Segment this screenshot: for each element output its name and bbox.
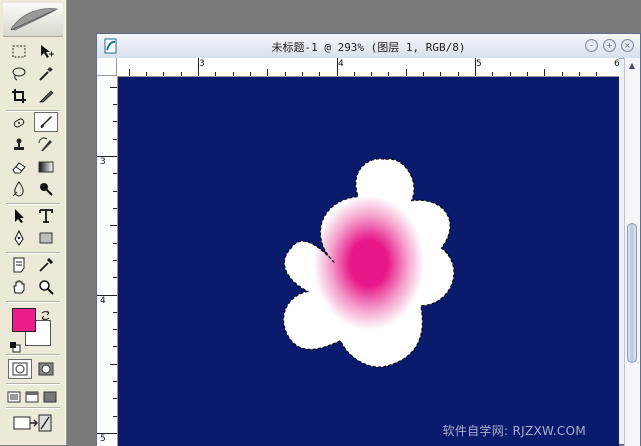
ruler-origin[interactable] [97, 58, 117, 76]
eyedropper-tool[interactable] [34, 255, 58, 275]
slice-icon [39, 90, 54, 103]
shape-tool[interactable] [34, 228, 58, 248]
path-select-tool[interactable] [7, 206, 31, 226]
ruler-v-label: 3 [100, 157, 106, 167]
pen-tool[interactable] [7, 228, 31, 248]
jump-to-imageready-button[interactable] [9, 411, 57, 435]
scroll-thumb[interactable] [627, 223, 637, 363]
ruler-v-label: 4 [100, 296, 106, 306]
document-window: 未标题-1 @ 293% (图层 1, RGB/8) – + × 3 4 5 6… [96, 33, 641, 446]
healing-brush-icon [13, 118, 25, 128]
image-canvas[interactable]: 软件自学网: RJZXW.COM [118, 77, 619, 446]
crop-icon [12, 89, 26, 103]
zoom-tool[interactable] [34, 277, 58, 297]
watermark: 软件自学网: RJZXW.COM [442, 424, 586, 438]
ruler-h-label: 5 [476, 59, 482, 69]
notes-tool[interactable] [7, 255, 31, 275]
toolbox-panel [0, 0, 67, 445]
feather-icon [10, 8, 59, 31]
type-tool[interactable] [34, 206, 58, 226]
lasso-tool[interactable] [7, 64, 31, 84]
dodge-icon [40, 183, 53, 196]
close-icon: × [624, 41, 631, 50]
horizontal-ruler-ticks [129, 58, 597, 76]
screen-mode-standard-button[interactable] [5, 387, 23, 407]
standard-mode-icon [12, 362, 28, 376]
brush-icon [40, 116, 52, 128]
move-tool[interactable] [34, 42, 58, 62]
quick-mask-button[interactable] [34, 359, 58, 379]
vertical-ruler-ticks [97, 87, 117, 434]
marquee-tool[interactable] [7, 42, 31, 62]
brush-tool[interactable] [34, 112, 58, 132]
screen-mode-full-icon [43, 391, 57, 403]
feather-logo[interactable] [3, 3, 63, 37]
scroll-up-icon[interactable]: ▲ [627, 61, 637, 71]
eraser-tool[interactable] [7, 157, 31, 177]
quick-mask-icon [38, 362, 54, 376]
horizontal-ruler[interactable]: 3 4 5 6 [117, 58, 619, 77]
dodge-tool[interactable] [34, 179, 58, 199]
ruler-v-label: 5 [100, 434, 106, 444]
slice-tool[interactable] [34, 86, 58, 106]
crop-tool[interactable] [7, 86, 31, 106]
screen-mode-full-button[interactable] [41, 387, 59, 407]
document-title: 未标题-1 @ 293% (图层 1, RGB/8) [271, 41, 466, 54]
history-brush-tool[interactable] [34, 135, 58, 155]
flower-selection [282, 158, 455, 368]
screen-mode-menu-icon [25, 391, 39, 403]
move-icon [41, 45, 54, 58]
clone-stamp-tool[interactable] [7, 135, 31, 155]
shape-icon [39, 232, 53, 244]
blur-tool[interactable] [7, 179, 31, 199]
screen-mode-menu-button[interactable] [23, 387, 41, 407]
eraser-icon [12, 162, 26, 174]
zoom-icon [39, 280, 54, 295]
magic-wand-tool[interactable] [34, 64, 58, 84]
toolbox-divider [6, 383, 60, 385]
blur-icon [12, 181, 24, 197]
screen-mode-standard-icon [7, 391, 21, 403]
close-button[interactable]: × [621, 39, 634, 52]
history-brush-icon [38, 137, 52, 151]
jump-to-imageready-icon [13, 414, 52, 432]
marquee-icon [12, 45, 26, 58]
toolbox-divider [6, 301, 60, 303]
vertical-scrollbar[interactable]: ▲ [624, 58, 640, 446]
ruler-h-label: 4 [338, 59, 344, 69]
magic-wand-icon [39, 67, 53, 81]
minimize-button[interactable]: – [585, 39, 598, 52]
hand-icon [13, 280, 25, 294]
swap-colors-icon[interactable] [40, 306, 52, 325]
path-select-icon [15, 209, 24, 223]
notes-icon [13, 257, 25, 273]
document-titlebar[interactable]: 未标题-1 @ 293% (图层 1, RGB/8) – + × [97, 34, 640, 59]
standard-mode-button[interactable] [8, 359, 32, 379]
pen-icon [14, 230, 24, 246]
healing-brush-tool[interactable] [7, 113, 31, 133]
toolbox-divider [6, 252, 60, 254]
vertical-ruler[interactable]: 3 4 5 [97, 76, 118, 446]
toolbox-divider [6, 407, 60, 409]
toolbox-divider [6, 203, 60, 205]
clone-stamp-icon [14, 138, 24, 150]
toolbox-divider [6, 354, 60, 356]
type-icon [39, 209, 53, 223]
gradient-tool[interactable] [34, 157, 58, 177]
maximize-icon: + [606, 41, 613, 50]
gradient-icon [38, 161, 54, 173]
lasso-icon [12, 67, 26, 81]
ruler-h-label: 3 [199, 59, 205, 69]
hand-tool[interactable] [7, 277, 31, 297]
ruler-h-label: 6 [614, 59, 619, 69]
minimize-icon: – [589, 41, 594, 50]
maximize-button[interactable]: + [603, 39, 616, 52]
foreground-color-swatch[interactable] [12, 308, 36, 332]
eyedropper-icon [39, 258, 53, 272]
